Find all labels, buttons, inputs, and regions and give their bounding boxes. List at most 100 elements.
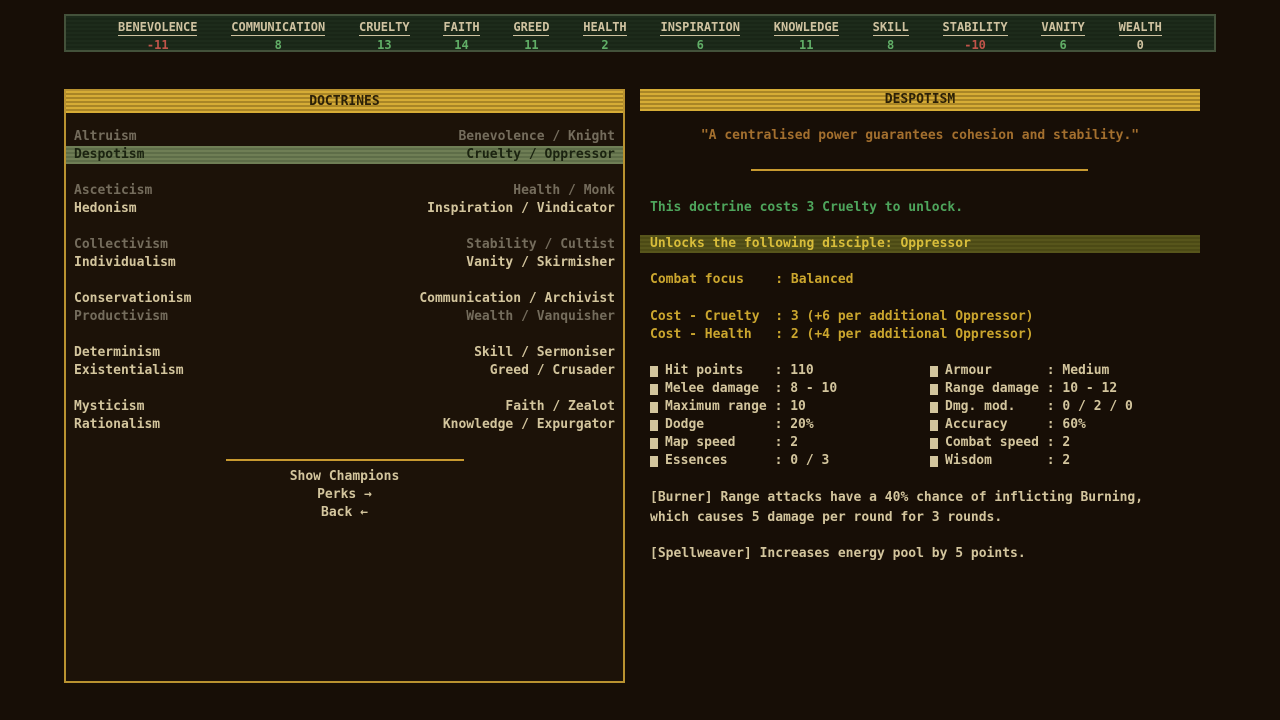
doctrine-name: Individualism <box>74 254 176 272</box>
stat-value: -10 <box>964 38 986 52</box>
stat-communication: COMMUNICATION8 <box>231 20 325 52</box>
ability-descriptions: [Burner] Range attacks have a 40% chance… <box>650 488 1190 580</box>
doctrine-row-asceticism[interactable]: Asceticism Health / Monk <box>66 182 623 200</box>
stat-label: STABILITY <box>943 20 1008 36</box>
stat-health: HEALTH2 <box>583 20 626 52</box>
stat-label: FAITH <box>443 20 479 36</box>
doctrine-row-hedonism[interactable]: HedonismInspiration / Vindicator <box>66 200 623 218</box>
doctrine-quote: "A centralised power guarantees cohesion… <box>640 128 1200 143</box>
combat-focus-line: Combat focus : Balanced <box>650 272 854 287</box>
doctrine-stat-disciple: Benevolence / Knight <box>458 128 615 146</box>
disciple-stat-dmg-mod: Dmg. mod. : 0 / 2 / 0 <box>930 398 1133 416</box>
unlock-banner: Unlocks the following disciple: Oppresso… <box>640 235 1200 253</box>
bullet-square-icon <box>650 420 658 431</box>
stat-stability: STABILITY -10 <box>943 20 1008 52</box>
bullet-square-icon <box>930 438 938 449</box>
disciple-stat-text: Dodge : 20% <box>665 416 814 434</box>
ability-text: [Burner] Range attacks have a 40% chance… <box>650 488 1190 528</box>
menu-item-back[interactable]: Back ← <box>66 504 623 522</box>
stat-value: 8 <box>887 38 894 52</box>
doctrine-row-mysticism[interactable]: Mysticism Faith / Zealot <box>66 398 623 416</box>
doctrine-detail-panel: DESPOTISM "A centralised power guarantee… <box>640 89 1200 683</box>
doctrine-stat-disciple: Inspiration / Vindicator <box>427 200 615 218</box>
doctrine-stat-disciple: Health / Monk <box>513 182 615 200</box>
menu-item-show-champions[interactable]: Show Champions <box>66 468 623 486</box>
disciple-stat-text: Map speed : 2 <box>665 434 798 452</box>
disciple-stat-hit-points: Hit points : 110 <box>650 362 837 380</box>
disciple-stat-text: Essences : 0 / 3 <box>665 452 829 470</box>
doctrine-stat-disciple: Knowledge / Expurgator <box>443 416 615 434</box>
bullet-square-icon <box>650 384 658 395</box>
disciple-stat-text: Accuracy : 60% <box>945 416 1086 434</box>
stat-value: 11 <box>799 38 813 52</box>
doctrine-name: Productivism <box>74 308 168 326</box>
doctrine-stat-disciple: Wealth / Vanquisher <box>466 308 615 326</box>
cost-lines: Cost - Cruelty : 3 (+6 per additional Op… <box>650 308 1034 344</box>
doctrine-name: Determinism <box>74 344 160 362</box>
disciple-stat-text: Dmg. mod. : 0 / 2 / 0 <box>945 398 1133 416</box>
stat-skill: SKILL8 <box>873 20 909 52</box>
bullet-square-icon <box>650 438 658 449</box>
doctrine-group: Asceticism Health / MonkHedonismInspirati… <box>66 182 623 218</box>
doctrine-name: Collectivism <box>74 236 168 254</box>
stat-wealth: WEALTH 0 <box>1119 20 1162 52</box>
disciple-stat-text: Hit points : 110 <box>665 362 814 380</box>
stat-label: KNOWLEDGE <box>774 20 839 36</box>
doctrine-name: Conservationism <box>74 290 191 308</box>
doctrine-row-altruism[interactable]: Altruism Benevolence / Knight <box>66 128 623 146</box>
doctrine-row-existentialism[interactable]: ExistentialismGreed / Crusader <box>66 362 623 380</box>
stat-cruelty: CRUELTY13 <box>359 20 410 52</box>
disciple-stat-map-speed: Map speed : 2 <box>650 434 837 452</box>
doctrine-row-individualism[interactable]: IndividualismVanity / Skirmisher <box>66 254 623 272</box>
doctrine-group: CollectivismStability / CultistIndividua… <box>66 236 623 272</box>
doctrine-row-rationalism[interactable]: Rationalism Knowledge / Expurgator <box>66 416 623 434</box>
stat-value: 6 <box>697 38 704 52</box>
doctrine-stat-disciple: Faith / Zealot <box>505 398 615 416</box>
stat-value: 14 <box>454 38 468 52</box>
bullet-square-icon <box>650 402 658 413</box>
doctrine-stat-disciple: Stability / Cultist <box>466 236 615 254</box>
cost-line-cost-health: Cost - Health : 2 (+4 per additional Opp… <box>650 326 1034 344</box>
detail-separator-line <box>751 169 1088 171</box>
unlock-cost-text: This doctrine costs 3 Cruelty to unlock. <box>650 200 963 215</box>
disciple-stat-text: Melee damage : 8 - 10 <box>665 380 837 398</box>
doctrine-row-productivism[interactable]: Productivism Wealth / Vanquisher <box>66 308 623 326</box>
doctrine-group: Mysticism Faith / Zealot Rationalism Knowle… <box>66 398 623 434</box>
doctrine-group: ConservationismCommunication / Archivist… <box>66 290 623 326</box>
doctrine-name: Existentialism <box>74 362 184 380</box>
bullet-square-icon <box>930 402 938 413</box>
doctrine-row-despotism[interactable]: Despotism Cruelty / Oppressor <box>66 146 623 164</box>
stat-faith: FAITH 14 <box>443 20 479 52</box>
doctrine-name: Altruism <box>74 128 137 146</box>
detail-panel-title: DESPOTISM <box>885 92 955 107</box>
doctrine-group: DeterminismSkill / SermoniserExistential… <box>66 344 623 380</box>
doctrine-row-conservationism[interactable]: ConservationismCommunication / Archivist <box>66 290 623 308</box>
stat-value: 2 <box>601 38 608 52</box>
doctrine-stat-disciple: Cruelty / Oppressor <box>466 146 615 164</box>
disciple-stat-text: Combat speed : 2 <box>945 434 1070 452</box>
doctrine-name: Mysticism <box>74 398 144 416</box>
doctrine-stat-disciple: Skill / Sermoniser <box>474 344 615 362</box>
doctrine-row-collectivism[interactable]: Collectivism Stability / Cultist <box>66 236 623 254</box>
stats-column-right: Armour : MediumRange damage : 10 - 12Dmg… <box>930 362 1133 470</box>
ability-text: [Spellweaver] Increases energy pool by 5… <box>650 544 1190 564</box>
stat-label: INSPIRATION <box>660 20 739 36</box>
bullet-square-icon <box>650 456 658 467</box>
disciple-stat-text: Range damage : 10 - 12 <box>945 380 1117 398</box>
stat-label: WEALTH <box>1119 20 1162 36</box>
stat-value: 0 <box>1137 38 1144 52</box>
doctrine-name: Rationalism <box>74 416 160 434</box>
menu-separator-line <box>226 459 464 461</box>
doctrine-name: Despotism <box>74 146 144 164</box>
bullet-square-icon <box>930 366 938 377</box>
disciple-stat-range-damage: Range damage : 10 - 12 <box>930 380 1133 398</box>
bullet-square-icon <box>930 384 938 395</box>
doctrines-menu: Show ChampionsPerks →Back ← <box>66 459 623 522</box>
disciple-stat-dodge: Dodge : 20% <box>650 416 837 434</box>
stat-label: CRUELTY <box>359 20 410 36</box>
doctrine-row-determinism[interactable]: Determinism Skill / Sermoniser <box>66 344 623 362</box>
menu-item-perks[interactable]: Perks → <box>66 486 623 504</box>
doctrines-panel: DOCTRINES AltruismBenevolence / KnightDe… <box>64 89 625 683</box>
doctrine-name: Asceticism <box>74 182 152 200</box>
disciple-stat-accuracy: Accuracy : 60% <box>930 416 1133 434</box>
